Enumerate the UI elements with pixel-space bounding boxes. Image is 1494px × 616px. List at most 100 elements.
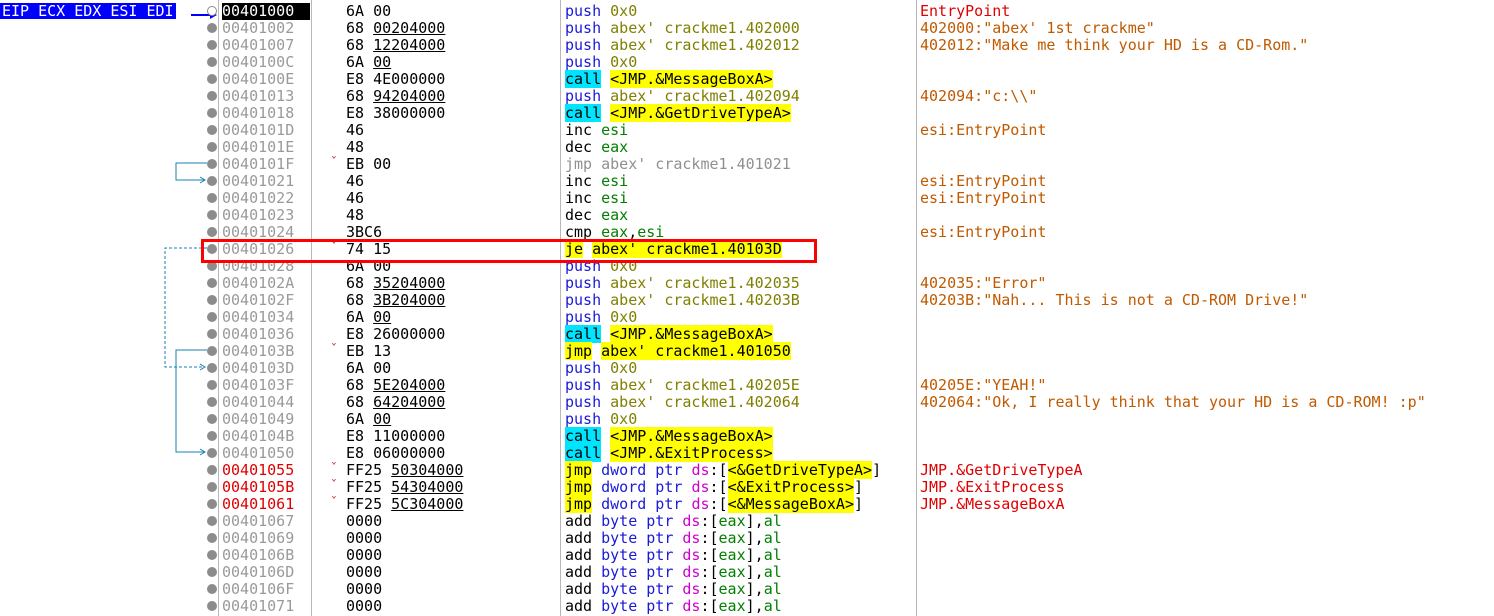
instruction-row[interactable]: 0040103F 68 5E204000 push abex' crackme1.4… [0, 377, 1494, 394]
breakpoint-dot-icon[interactable] [207, 380, 217, 390]
breakpoint-dot-icon[interactable] [207, 108, 217, 118]
bytes-cell: 6A 00 [346, 411, 391, 428]
instruction-row[interactable]: 00401069 0000 add byte ptr ds:[eax],al [0, 530, 1494, 547]
instruction-row[interactable]: 00401036 E8 26000000 call <JMP.&MessageBox… [0, 325, 1494, 343]
instruction-row[interactable]: 0040100C 6A 00 push 0x0 [0, 54, 1494, 71]
instruction-row[interactable]: 00401018 E8 38000000 call <JMP.&GetDriveTy… [0, 104, 1494, 122]
asm-token: push [565, 376, 602, 394]
breakpoint-dot-icon[interactable] [207, 363, 217, 373]
asm-token: ds [682, 580, 701, 598]
breakpoint-dot-icon[interactable] [207, 601, 217, 611]
breakpoint-dot-icon[interactable] [207, 312, 217, 322]
breakpoint-dot-icon[interactable] [207, 6, 217, 16]
breakpoint-dot-icon[interactable] [207, 57, 217, 67]
disassembly-cell: add byte ptr ds:[eax],al [565, 598, 782, 615]
asm-token [592, 580, 601, 598]
breakpoint-dot-icon[interactable] [207, 414, 217, 424]
instruction-row[interactable]: 0040101D 46 inc esi esi:EntryPoint [0, 122, 1494, 139]
breakpoint-dot-icon[interactable] [207, 397, 217, 407]
operand-bytes: 50304000 [391, 461, 464, 479]
asm-token: ], [745, 563, 764, 581]
breakpoint-dot-icon[interactable] [207, 91, 217, 101]
instruction-row[interactable]: 00401021 46 inc esi esi:EntryPoint [0, 173, 1494, 190]
breakpoint-dot-icon[interactable] [207, 278, 217, 288]
asm-token: eax [718, 529, 746, 547]
breakpoint-dot-icon[interactable] [207, 23, 217, 33]
asm-token [592, 512, 601, 530]
instruction-row[interactable]: 00401034 6A 00 push 0x0 [0, 309, 1494, 326]
instruction-row[interactable]: 0040106D 0000 add byte ptr ds:[eax],al [0, 564, 1494, 581]
breakpoint-dot-icon[interactable] [207, 125, 217, 135]
instruction-row[interactable]: 0040105B ˇ FF25 54304000 jmp dword ptr ds:[… [0, 478, 1494, 496]
instruction-row[interactable]: 00401071 0000 add byte ptr ds:[eax],al [0, 598, 1494, 615]
breakpoint-dot-icon[interactable] [207, 40, 217, 50]
breakpoint-dot-icon[interactable] [207, 346, 217, 356]
breakpoint-dot-icon[interactable] [207, 516, 217, 526]
instruction-row[interactable]: 00401000 6A 00 push 0x0 EntryPoint [0, 3, 1494, 20]
breakpoint-dot-icon[interactable] [207, 74, 217, 84]
bytes-cell: 6A 00 [346, 360, 391, 377]
instruction-row[interactable]: 0040103B ˇ EB 13 jmp abex' crackme1.401050 [0, 342, 1494, 360]
opcode-bytes: 0000 [346, 580, 383, 598]
breakpoint-dot-icon[interactable] [207, 176, 217, 186]
asm-token: eax [718, 563, 746, 581]
breakpoint-dot-icon[interactable] [207, 567, 217, 577]
asm-token: <&MessageBoxA> [727, 495, 854, 513]
opcode-bytes: 68 [346, 393, 374, 411]
address-cell: 00401013 [222, 87, 295, 105]
bytes-cell: FF25 50304000 [346, 462, 463, 479]
breakpoint-dot-icon[interactable] [207, 295, 217, 305]
instruction-row[interactable]: 00401055 ˇ FF25 50304000 jmp dword ptr ds:[… [0, 461, 1494, 479]
instruction-row[interactable]: 00401061 ˇ FF25 5C304000 jmp dword ptr ds:[… [0, 495, 1494, 513]
breakpoint-dot-icon[interactable] [207, 465, 217, 475]
instruction-row[interactable]: 0040106B 0000 add byte ptr ds:[eax],al [0, 547, 1494, 564]
bytes-cell: EB 13 [346, 343, 391, 360]
instruction-row[interactable]: 0040101E 48 dec eax [0, 139, 1494, 156]
asm-token: al [763, 512, 782, 530]
breakpoint-dot-icon[interactable] [207, 482, 217, 492]
instruction-row[interactable]: 00401007 68 12204000 push abex' crackme1.4… [0, 37, 1494, 54]
instruction-row[interactable]: 0040102F 68 3B204000 push abex' crackme1.4… [0, 292, 1494, 309]
instruction-row[interactable]: 0040100E E8 4E000000 call <JMP.&MessageBox… [0, 70, 1494, 88]
breakpoint-dot-icon[interactable] [207, 533, 217, 543]
opcode-bytes: 46 [346, 189, 365, 207]
bytes-cell: 68 12204000 [346, 37, 445, 54]
asm-token: ], [745, 546, 764, 564]
operand-bytes: 00 [373, 308, 392, 326]
breakpoint-dot-icon[interactable] [207, 193, 217, 203]
instruction-row[interactable]: 0040102A 68 35204000 push abex' crackme1.4… [0, 275, 1494, 292]
breakpoint-dot-icon[interactable] [207, 448, 217, 458]
instruction-row[interactable]: 0040103D 6A 00 push 0x0 [0, 360, 1494, 377]
instruction-row[interactable]: 00401049 6A 00 push 0x0 [0, 411, 1494, 428]
breakpoint-dot-icon[interactable] [207, 210, 217, 220]
instruction-row[interactable]: 00401023 48 dec eax [0, 207, 1494, 224]
asm-token: abex' crackme1.401050 [601, 342, 791, 360]
asm-token: <&GetDriveTypeA> [727, 461, 873, 479]
jump-marker-icon: ˇ [330, 479, 338, 494]
instruction-row[interactable]: 00401022 46 inc esi esi:EntryPoint [0, 190, 1494, 207]
asm-token: 0x0 [610, 410, 638, 428]
asm-token: jmp [565, 342, 593, 360]
breakpoint-dot-icon[interactable] [207, 431, 217, 441]
instruction-row[interactable]: 00401050 E8 06000000 call <JMP.&ExitProces… [0, 444, 1494, 462]
instruction-row[interactable]: 00401013 68 94204000 push abex' crackme1.4… [0, 88, 1494, 105]
instruction-row[interactable]: 0040101F ˇ EB 00 jmp abex' crackme1.401021 [0, 156, 1494, 173]
address-cell: 00401007 [222, 36, 295, 54]
instruction-row[interactable]: 00401002 68 00204000 push abex' crackme1.4… [0, 20, 1494, 37]
asm-token: abex' crackme1.402094 [610, 87, 800, 105]
breakpoint-dot-icon[interactable] [207, 142, 217, 152]
breakpoint-dot-icon[interactable] [207, 499, 217, 509]
asm-token: add [565, 597, 593, 615]
bytes-cell: 68 94204000 [346, 88, 445, 105]
breakpoint-dot-icon[interactable] [207, 584, 217, 594]
instruction-row[interactable]: 00401067 0000 add byte ptr ds:[eax],al [0, 513, 1494, 530]
disassembly-view[interactable]: EIP ECX EDX ESI EDI 00401000 6A 00 push 0x… [0, 0, 1494, 616]
instruction-row[interactable]: 00401044 68 64204000 push abex' crackme1.4… [0, 394, 1494, 411]
asm-token [601, 19, 610, 37]
breakpoint-dot-icon[interactable] [207, 550, 217, 560]
instruction-row[interactable]: 0040106F 0000 add byte ptr ds:[eax],al [0, 581, 1494, 598]
breakpoint-dot-icon[interactable] [207, 329, 217, 339]
breakpoint-dot-icon[interactable] [207, 227, 217, 237]
instruction-row[interactable]: 0040104B E8 11000000 call <JMP.&MessageBox… [0, 427, 1494, 445]
breakpoint-dot-icon[interactable] [207, 159, 217, 169]
